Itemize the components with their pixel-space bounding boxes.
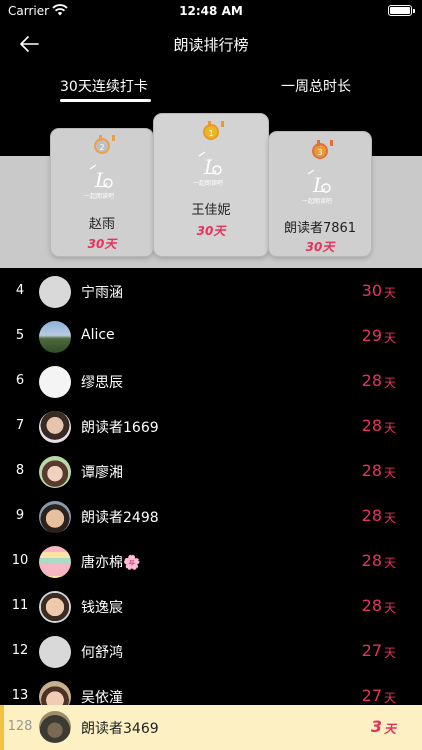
days-unit: 天: [383, 286, 396, 300]
streak-days: 28: [361, 506, 382, 525]
tab-weekly-duration[interactable]: 一周总时长: [281, 76, 351, 96]
podium-days-first: 30天: [196, 224, 226, 238]
photo-avatar: [39, 591, 71, 623]
list-item[interactable]: 9 朗读者2498 28 天: [0, 495, 422, 539]
my-user-name: 朗读者3469: [81, 721, 159, 737]
user-name: 吴依潼: [81, 690, 123, 706]
sketch-avatar: [39, 366, 71, 398]
podium-name-third: 朗读者7861: [283, 221, 357, 236]
my-rank-bar[interactable]: 128 朗读者3469 3 天: [0, 705, 422, 750]
rank-number: 13: [11, 688, 29, 703]
streak-days: 28: [361, 371, 382, 390]
active-tab-indicator: [60, 99, 151, 102]
list-item[interactable]: 11 钱逸宸 28 天: [0, 585, 422, 629]
days-unit: 天: [383, 511, 396, 525]
rank-number: 7: [15, 418, 25, 433]
rank-number: 10: [11, 553, 29, 568]
streak-days: 29: [361, 326, 382, 345]
svg-text:一起朗读吧: 一起朗读吧: [193, 179, 223, 187]
user-name: 朗读者1669: [81, 420, 159, 436]
streak-days: 27: [361, 686, 382, 705]
days-unit: 天: [383, 691, 396, 705]
user-name: 缪思辰: [81, 375, 123, 391]
podium-days-third: 30天: [305, 240, 335, 254]
my-days-unit: 天: [383, 722, 396, 736]
rank-number: 8: [15, 463, 25, 478]
app-logo-avatar: L 一起朗读吧: [193, 151, 223, 187]
rank-number: 9: [15, 508, 25, 523]
svg-text:一起朗读吧: 一起朗读吧: [84, 192, 114, 200]
streak-days: 28: [361, 461, 382, 480]
logo-avatar: [39, 636, 71, 668]
rank-number: 5: [15, 328, 25, 343]
list-item[interactable]: 10 唐亦棉🌸 28 天: [0, 540, 422, 584]
clock: 12:48 AM: [179, 4, 243, 18]
my-streak-days: 3: [370, 717, 382, 736]
tab-30-day-streak[interactable]: 30天连续打卡: [60, 76, 148, 96]
days-unit: 天: [383, 331, 396, 345]
days-unit: 天: [383, 556, 396, 570]
streak-days: 28: [361, 596, 382, 615]
rank-number: 12: [11, 643, 29, 658]
list-item[interactable]: 6 缪思辰 28 天: [0, 360, 422, 404]
app-logo-avatar: L 一起朗读吧: [84, 164, 114, 200]
list-item[interactable]: 5 Alice 29 天: [0, 315, 422, 359]
podium-card-second[interactable]: 2 L 一起朗读吧 赵雨 30天: [51, 129, 153, 256]
podium-days-second: 30天: [87, 237, 117, 251]
logo-avatar: [39, 276, 71, 308]
silver-medal-icon: 2: [94, 135, 115, 154]
status-bar: Carrier 12:48 AM: [0, 0, 422, 24]
user-name: 朗读者2498: [81, 510, 159, 526]
days-unit: 天: [383, 421, 396, 435]
list-item[interactable]: 4 宁雨涵 30 天: [0, 270, 422, 314]
list-item[interactable]: 7 朗读者1669 28 天: [0, 405, 422, 449]
podium-card-first[interactable]: 1 L 一起朗读吧 王佳妮 30天: [154, 114, 268, 256]
rank-number: 4: [15, 283, 25, 298]
streak-days: 27: [361, 641, 382, 660]
podium-name-first: 王佳妮: [191, 203, 231, 218]
podium-card-third[interactable]: 3 L 一起朗读吧 朗读者7861 30天: [269, 132, 371, 256]
rank-number: 11: [11, 598, 29, 613]
svg-text:一起朗读吧: 一起朗读吧: [302, 197, 332, 205]
days-unit: 天: [383, 376, 396, 390]
app-logo-avatar: L 一起朗读吧: [302, 169, 332, 205]
bronze-medal-icon: 3: [312, 140, 333, 159]
battery-icon: [388, 5, 415, 16]
streak-days: 28: [361, 416, 382, 435]
photo-avatar: [39, 501, 71, 533]
user-name: Alice: [81, 327, 115, 343]
list-item[interactable]: 12 何舒鸿 27 天: [0, 630, 422, 674]
gold-medal-icon: 1: [203, 121, 224, 140]
my-rank-number: 128: [7, 719, 33, 734]
streak-days: 28: [361, 551, 382, 570]
user-name: 谭廖湘: [81, 465, 123, 481]
tab-bar: 30天连续打卡 一周总时长: [0, 76, 422, 104]
days-unit: 天: [383, 466, 396, 480]
podium-name-second: 赵雨: [88, 217, 115, 232]
user-name: 唐亦棉🌸: [81, 555, 141, 571]
macaron-avatar: [39, 546, 71, 578]
days-unit: 天: [383, 601, 396, 615]
rank-number: 6: [15, 373, 25, 388]
user-name: 何舒鸿: [81, 645, 123, 661]
photo-avatar: [39, 411, 71, 443]
list-item[interactable]: 8 谭廖湘 28 天: [0, 450, 422, 494]
my-avatar: [39, 711, 71, 743]
page-title: 朗读排行榜: [173, 36, 249, 54]
days-unit: 天: [383, 646, 396, 660]
nav-bar: 朗读排行榜: [0, 26, 422, 62]
user-name: 宁雨涵: [81, 285, 123, 301]
user-name: 钱逸宸: [81, 600, 123, 616]
photo-avatar: [39, 456, 71, 488]
streak-days: 30: [361, 281, 382, 300]
landscape-avatar: [39, 321, 71, 353]
